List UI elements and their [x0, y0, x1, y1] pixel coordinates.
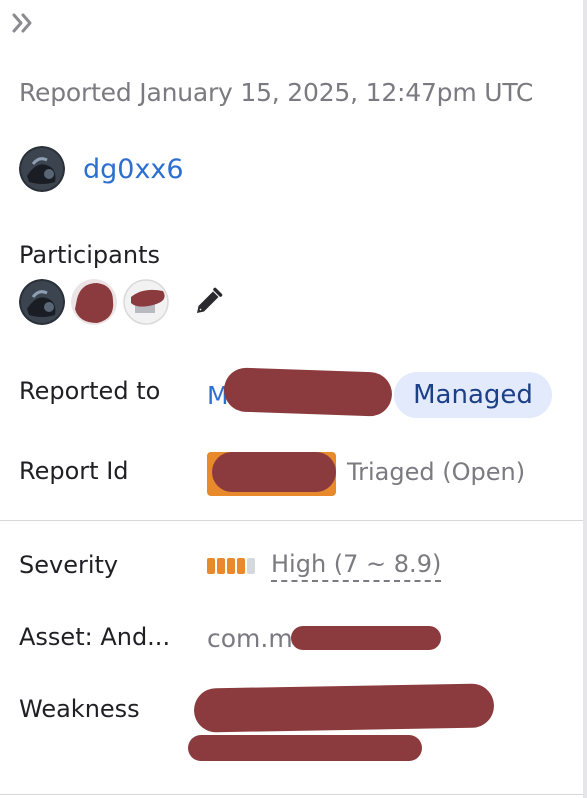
severity-bar-segment: [237, 558, 245, 574]
panel-edge: [583, 0, 587, 798]
reported-date: Reported January 15, 2025, 12:47pm UTC: [19, 78, 534, 107]
severity-value[interactable]: High (7 ~ 8.9): [271, 550, 442, 582]
weakness-label: Weakness: [19, 695, 140, 723]
severity-label: Severity: [19, 551, 119, 579]
reporter-avatar[interactable]: [19, 146, 65, 192]
managed-badge: Managed: [394, 372, 552, 418]
redaction-mark: [223, 367, 393, 417]
reporter: dg0xx6: [19, 146, 184, 192]
severity-bar-segment: [227, 558, 235, 574]
collapse-sidebar-icon[interactable]: [10, 10, 36, 36]
redaction-mark: [193, 683, 495, 733]
section-divider: [0, 520, 583, 521]
asset-value[interactable]: com.m: [207, 624, 293, 653]
participant-avatar[interactable]: [123, 279, 169, 325]
report-status: Triaged (Open): [347, 458, 526, 486]
participants-list: [19, 279, 225, 325]
severity-bar-segment: [207, 558, 215, 574]
redaction-mark: [212, 452, 336, 492]
reporter-username-link[interactable]: dg0xx6: [83, 154, 184, 185]
participants-label: Participants: [19, 241, 160, 269]
severity-meter: [207, 558, 255, 574]
severity-bar-segment: [247, 558, 255, 574]
participant-avatar[interactable]: [19, 279, 65, 325]
section-divider: [0, 794, 583, 795]
severity-bar-segment: [217, 558, 225, 574]
redaction-mark: [188, 735, 422, 761]
redaction-mark: [291, 626, 441, 650]
report-sidebar-panel: Reported January 15, 2025, 12:47pm UTC d…: [0, 0, 583, 798]
participant-avatar[interactable]: [71, 279, 117, 325]
asset-label: Asset: And...: [19, 623, 171, 651]
edit-participants-icon[interactable]: [191, 285, 225, 319]
reported-to-label: Reported to: [19, 377, 161, 405]
report-id-label: Report Id: [19, 457, 129, 485]
